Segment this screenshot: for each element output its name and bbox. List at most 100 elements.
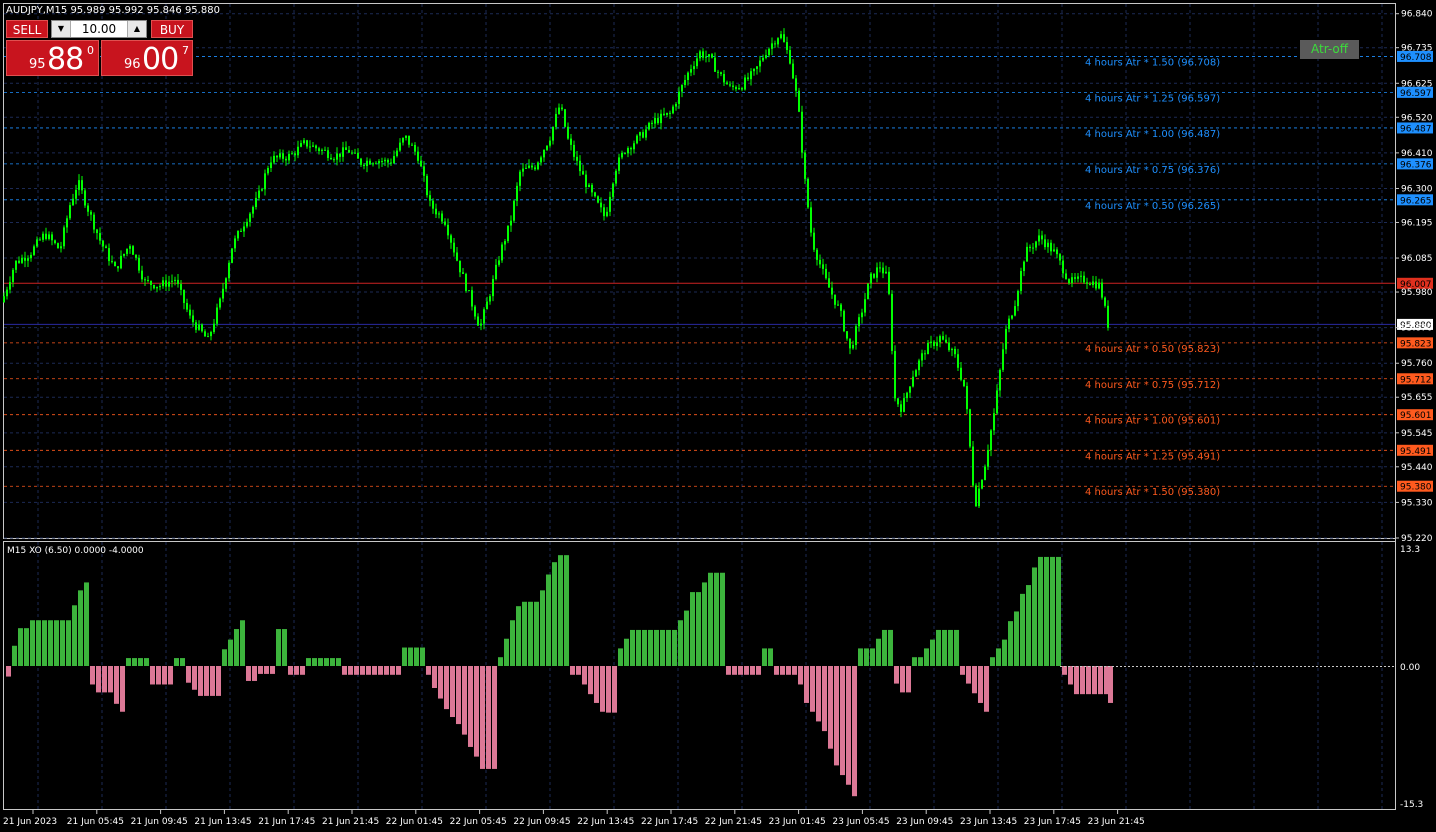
candle-body	[429, 195, 431, 201]
candle-body	[492, 279, 494, 297]
candle-body	[1014, 306, 1016, 316]
buy-price-small: 96	[124, 57, 141, 72]
candle-body	[951, 348, 953, 351]
candle-body	[426, 175, 428, 196]
candle-body	[537, 162, 539, 170]
candle-body	[57, 243, 59, 249]
candle-body	[855, 326, 857, 345]
candle-body	[834, 294, 836, 305]
lot-size-value[interactable]: 10.00	[82, 22, 116, 36]
candle-body	[402, 137, 404, 143]
candle-body	[387, 159, 389, 163]
candle-body	[129, 246, 131, 249]
candle-body	[267, 167, 269, 174]
xo-bar	[678, 620, 683, 666]
xo-bar	[360, 666, 365, 675]
candle-body	[516, 185, 518, 201]
candle-body	[789, 50, 791, 64]
xo-bar	[648, 629, 653, 666]
candle-body	[909, 386, 911, 393]
price-tick-label: 96.410	[1401, 149, 1433, 159]
atr-upper-price-tag: 96.487	[1400, 124, 1432, 134]
xo-bar	[60, 620, 65, 666]
candle-body	[1053, 249, 1055, 252]
candle-body	[963, 379, 965, 387]
atr-upper-label: 4 hours Atr * 0.75 (96.376)	[1085, 165, 1220, 176]
candle-body	[1068, 279, 1070, 284]
buy-button[interactable]: BUY	[151, 20, 193, 38]
lot-size-field[interactable]: ▼ 10.00 ▲	[51, 20, 147, 38]
time-label: 22 Jun 17:45	[641, 817, 698, 827]
candle-body	[642, 132, 644, 138]
xo-bar	[276, 629, 281, 666]
candle-body	[420, 160, 422, 167]
candle-body	[615, 170, 617, 184]
atr-toggle-button[interactable]: Atr-off	[1300, 40, 1359, 59]
atr-lower-label: 4 hours Atr * 1.25 (95.491)	[1085, 451, 1220, 462]
candle-body	[183, 289, 185, 303]
xo-bar	[78, 590, 83, 666]
xo-bar	[570, 666, 575, 675]
candle-body	[111, 261, 113, 263]
candle-body	[342, 147, 344, 157]
candle-body	[345, 147, 347, 150]
candle-body	[993, 413, 995, 431]
price-tick-label: 95.440	[1401, 463, 1433, 473]
xo-bar	[108, 666, 113, 693]
xo-bar	[672, 629, 677, 666]
xo-bar	[294, 666, 299, 675]
candle-body	[786, 42, 788, 51]
time-label: 22 Jun 01:45	[386, 817, 443, 827]
candle-body	[783, 34, 785, 43]
candle-body	[381, 161, 383, 163]
candle-body	[699, 51, 701, 59]
candle-body	[414, 144, 416, 152]
candle-body	[138, 257, 140, 271]
candle-body	[135, 254, 137, 258]
xo-bar	[246, 666, 251, 681]
xo-bar	[546, 574, 551, 666]
candle-body	[315, 145, 317, 149]
lot-decrease-arrow-icon[interactable]: ▼	[52, 21, 71, 37]
xo-bar	[474, 666, 479, 757]
candle-body	[399, 142, 401, 151]
lot-increase-arrow-icon[interactable]: ▲	[127, 21, 146, 37]
xo-bar	[66, 620, 71, 666]
buy-price-button[interactable]: 96 00 7	[101, 40, 193, 77]
time-label: 22 Jun 09:45	[513, 817, 570, 827]
xo-bar	[972, 666, 977, 694]
xo-bar	[948, 629, 953, 666]
candle-body	[405, 135, 407, 138]
chart-window[interactable]: 4 hours Atr * 1.50 (96.708) 96.708 4 hours…	[0, 0, 1436, 832]
candle-body	[363, 164, 365, 167]
candle-body	[459, 260, 461, 273]
xo-bar	[258, 666, 263, 674]
candle-body	[297, 146, 299, 156]
candle-body	[525, 167, 527, 169]
xo-bar	[324, 658, 329, 666]
candle-body	[627, 148, 629, 154]
candle-body	[1059, 254, 1061, 261]
sell-button[interactable]: SELL	[6, 20, 48, 38]
candle-body	[912, 376, 914, 387]
xo-bar	[984, 666, 989, 712]
xo-bar	[468, 666, 473, 747]
candle-body	[558, 107, 560, 114]
atr-lower-price-tag: 95.712	[1400, 375, 1432, 385]
candle-body	[939, 336, 941, 343]
candle-body	[1086, 282, 1088, 284]
xo-bar	[132, 658, 137, 666]
xo-bar	[588, 666, 593, 695]
sell-price-button[interactable]: 95 88 0	[6, 40, 99, 77]
candle-body	[807, 178, 809, 208]
xo-bar	[1068, 666, 1073, 685]
candle-body	[396, 150, 398, 157]
price-tick-label: 96.625	[1401, 79, 1433, 89]
xo-bar	[1056, 556, 1061, 666]
candle-body	[996, 390, 998, 414]
price-tick-label: 95.980	[1401, 288, 1433, 298]
xo-bar	[486, 666, 491, 769]
xo-bar	[852, 666, 857, 797]
candle-body	[360, 158, 362, 165]
candle-body	[327, 150, 329, 158]
